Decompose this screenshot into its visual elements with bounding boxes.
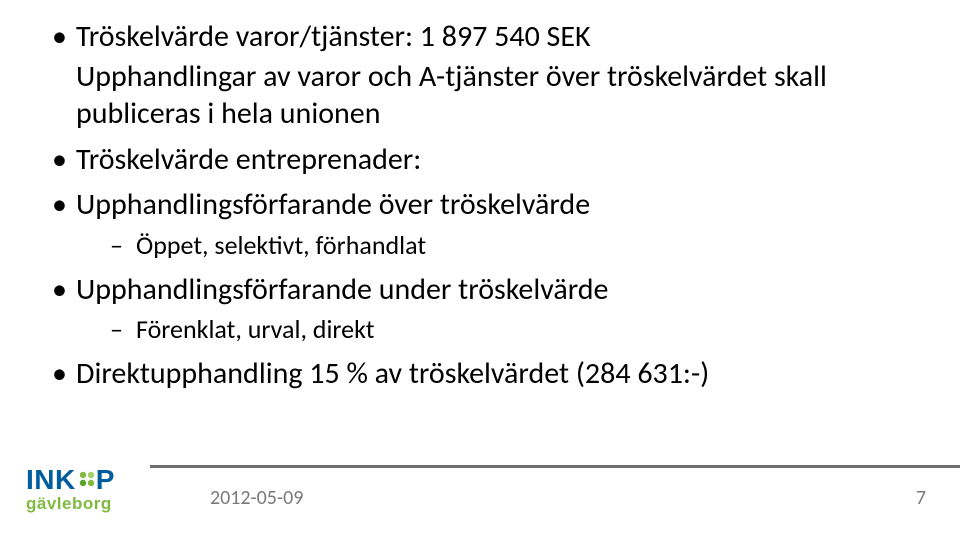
bullet-item: Direktupphandling 15 % av tröskelvärdet … — [50, 355, 920, 393]
inkop-gavleborg-logo: INK P gävleborg — [26, 466, 144, 522]
bullet-title: Tröskelvärde varor/tjänster: 1 897 540 S… — [76, 18, 591, 55]
logo-text-p: P — [96, 466, 115, 494]
logo-dots-icon — [78, 465, 96, 483]
bullet-item: Tröskelvärde entreprenader: — [50, 141, 920, 179]
bullet-title: Tröskelvärde entreprenader: — [76, 141, 421, 178]
bullet-title: Direktupphandling 15 % av tröskelvärdet … — [76, 355, 709, 392]
bullet-title: Upphandlingsförfarande över tröskelvärde — [76, 186, 590, 223]
logo-text-ink: INK — [26, 466, 76, 494]
bullet-title: Upphandlingsförfarande under tröskelvärd… — [76, 271, 608, 308]
footer-date: 2012-05-09 — [210, 486, 303, 510]
logo-line2: gävleborg — [26, 495, 144, 512]
footer-page-number: 7 — [916, 486, 926, 510]
footer-divider — [150, 465, 960, 468]
bullet-subtext: Upphandlingar av varor och A-tjänster öv… — [76, 58, 920, 133]
slide: Tröskelvärde varor/tjänster: 1 897 540 S… — [0, 0, 960, 538]
bullet-item: Tröskelvärde varor/tjänster: 1 897 540 S… — [50, 18, 920, 133]
dash-text: Förenklat, urval, direkt — [136, 313, 375, 345]
bullet-item: Upphandlingsförfarande över tröskelvärde… — [50, 186, 920, 263]
dash-item: Förenklat, urval, direkt — [110, 312, 920, 347]
bullet-list: Tröskelvärde varor/tjänster: 1 897 540 S… — [50, 18, 920, 393]
content-area: Tröskelvärde varor/tjänster: 1 897 540 S… — [50, 18, 920, 401]
bullet-item: Upphandlingsförfarande under tröskelvärd… — [50, 271, 920, 348]
dash-list: Öppet, selektivt, förhandlat — [76, 228, 920, 263]
logo-line1: INK P — [26, 466, 144, 494]
dash-item: Öppet, selektivt, förhandlat — [110, 228, 920, 263]
dash-list: Förenklat, urval, direkt — [76, 312, 920, 347]
dash-text: Öppet, selektivt, förhandlat — [136, 229, 426, 261]
